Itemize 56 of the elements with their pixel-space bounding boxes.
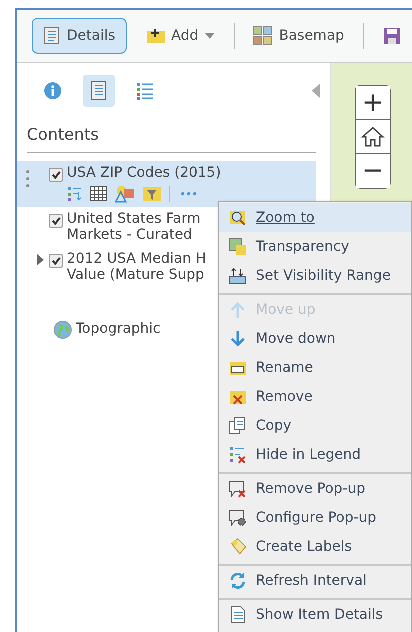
menu-item[interactable]: Remove — [219, 382, 411, 411]
checkbox[interactable] — [49, 254, 63, 268]
checkbox[interactable] — [49, 168, 63, 182]
legend-icon — [136, 82, 154, 100]
refresh-icon — [229, 572, 247, 590]
zoom-in-button[interactable]: + — [356, 86, 390, 120]
tag-icon — [229, 538, 247, 556]
menu-item[interactable]: Transparency — [219, 232, 411, 261]
scale-range-icon — [229, 266, 247, 284]
popup-gear-icon — [229, 508, 247, 526]
save-icon — [382, 27, 401, 45]
contents-heading: Contents — [27, 125, 316, 153]
menu-item[interactable]: Refresh Interval — [219, 566, 411, 595]
layer-name: USA ZIP Codes (2015) — [67, 165, 222, 181]
layer-name: Topographic — [76, 321, 161, 337]
menu-item[interactable]: Set Visibility Range — [219, 261, 411, 290]
menu-item[interactable]: Show Item Details — [219, 600, 411, 629]
document-icon — [43, 27, 61, 45]
menu-item[interactable]: Hide in Legend — [219, 440, 411, 469]
popup-remove-icon — [229, 480, 247, 498]
menu-item[interactable]: Create Labels — [219, 532, 411, 561]
add-button[interactable]: Add — [134, 18, 226, 54]
table-icon[interactable] — [90, 186, 108, 202]
home-icon — [361, 124, 385, 148]
up-arrow-icon — [229, 300, 247, 318]
basemap-button[interactable]: Basemap — [242, 18, 356, 54]
dots-icon — [181, 192, 197, 196]
shapes-icon[interactable] — [115, 185, 135, 203]
menu-item[interactable]: Zoom to — [219, 203, 411, 232]
copy-icon — [229, 416, 247, 434]
selected-layer-row[interactable]: USA ZIP Codes (2015) — [17, 161, 316, 207]
layer-name: 2012 USA Median H — [67, 251, 206, 267]
legend-remove-icon — [229, 446, 247, 464]
document-icon — [90, 81, 108, 101]
magnifier-icon — [229, 208, 247, 226]
menu-item[interactable]: Copy — [219, 411, 411, 440]
layers-icon — [229, 238, 247, 256]
details-button[interactable]: Details — [32, 18, 127, 54]
down-arrow-icon — [229, 330, 247, 348]
contents-tab[interactable] — [83, 75, 115, 107]
grid-tiles-icon — [253, 26, 274, 46]
layer-name: United States Farm — [67, 211, 201, 227]
document-icon — [229, 606, 247, 624]
checkbox[interactable] — [49, 214, 63, 228]
collapsed-triangle-icon[interactable] — [35, 254, 45, 266]
menu-item[interactable]: Remove Pop-up — [219, 474, 411, 503]
layer-name: Value (Mature Supp — [67, 267, 206, 283]
add-folder-icon — [146, 28, 166, 44]
filter-icon[interactable] — [142, 186, 162, 202]
globe-icon — [54, 321, 72, 339]
menu-item[interactable]: Configure Pop-up — [219, 503, 411, 532]
info-icon — [44, 82, 62, 100]
caret-icon — [204, 33, 215, 39]
layer-name: Markets - Curated — [67, 227, 194, 243]
menu-item[interactable]: Rename — [219, 353, 411, 382]
menu-item[interactable]: Move down — [219, 324, 411, 353]
